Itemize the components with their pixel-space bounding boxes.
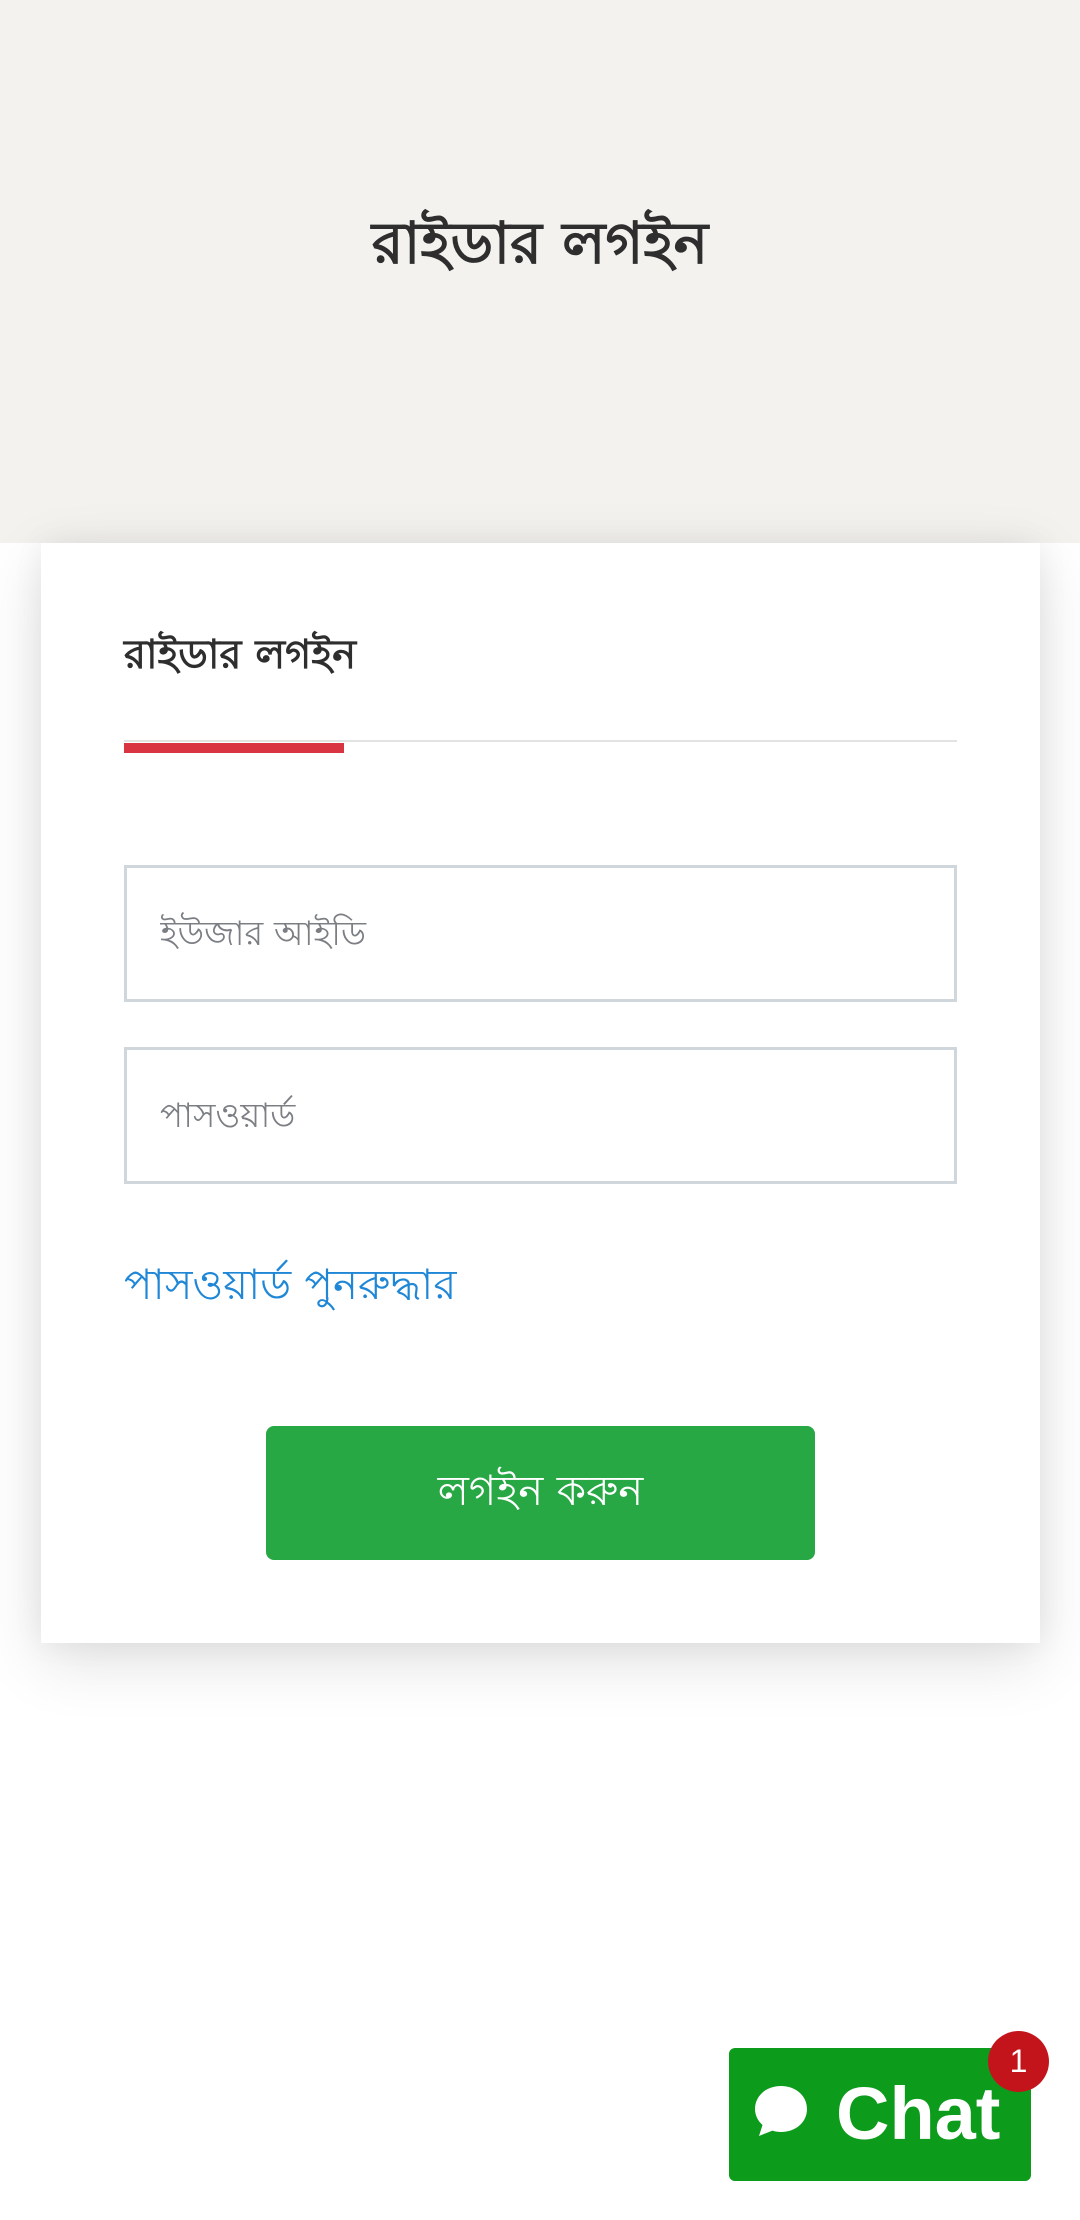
chat-label: Chat [836,2072,1001,2155]
user-id-input[interactable] [124,865,957,1002]
chat-widget-button[interactable]: Chat [729,2048,1031,2181]
login-card-title: রাইডার লগইন [124,632,357,678]
title-divider-accent [124,743,344,753]
chat-bubble-icon [755,2086,807,2136]
login-card: রাইডার লগইন পাসওয়ার্ড পুনরুদ্ধার লগইন ক… [41,543,1040,1643]
page-title: রাইডার লগইন [371,209,709,277]
password-input[interactable] [124,1047,957,1184]
chat-unread-badge: 1 [988,2031,1049,2092]
forgot-password-link[interactable]: পাসওয়ার্ড পুনরুদ্ধার [124,1255,456,1315]
login-button[interactable]: লগইন করুন [266,1426,815,1560]
page-header: রাইডার লগইন [0,0,1080,543]
title-divider [124,740,957,742]
